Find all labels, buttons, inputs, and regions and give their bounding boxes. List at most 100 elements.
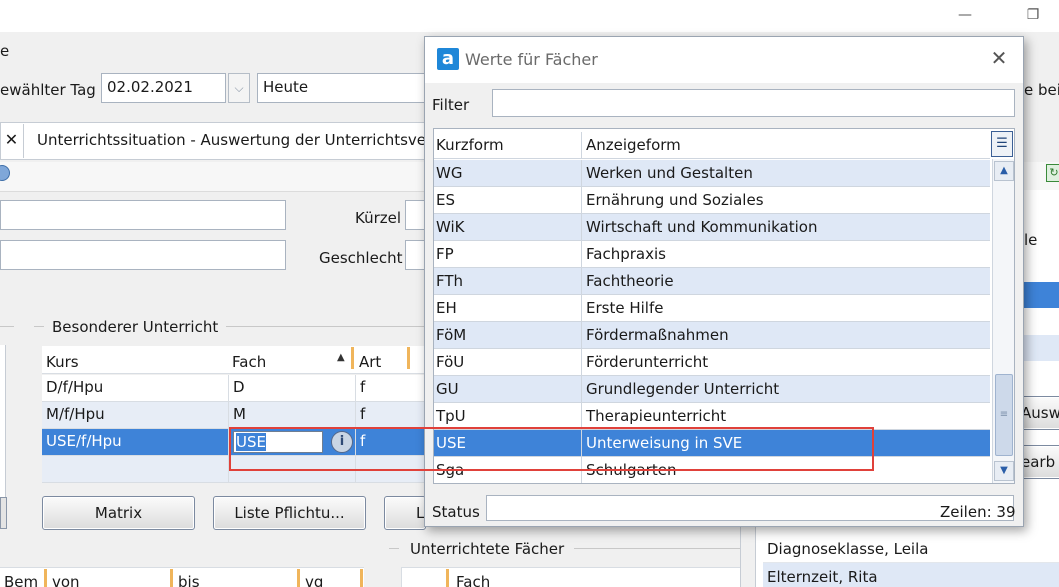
row1-kurs[interactable]: D/f/Hpu [42, 375, 229, 402]
list-row[interactable]: GU Grundlegender Unterricht [434, 376, 990, 403]
row-kurz: ES [434, 187, 582, 213]
minimize-icon[interactable]: — [956, 6, 974, 24]
geschlecht-label: Geschlecht [319, 249, 403, 267]
row-anzeige: Erste Hilfe [586, 299, 664, 317]
column-resize-marker [360, 569, 363, 587]
row-anzeige: Therapieunterricht [586, 407, 727, 425]
selected-day-label: ewählter Tag [0, 81, 96, 99]
group-line-left [0, 326, 14, 327]
list-row[interactable]: WG Werken und Gestalten [434, 160, 990, 187]
row-kurz: WiK [434, 214, 582, 240]
kuerzel-field[interactable] [405, 200, 425, 230]
list-row[interactable]: FöU Förderunterricht [434, 349, 990, 376]
column-resize-marker [170, 569, 173, 587]
relative-day-select[interactable]: Heute [257, 73, 427, 103]
column-resize-marker [407, 347, 410, 369]
group-line [389, 548, 399, 549]
col-vg[interactable]: vg [305, 573, 323, 587]
right-label-le: le [1024, 231, 1038, 249]
scroll-thumb[interactable]: ≡ [995, 374, 1013, 456]
vertical-scrollbar[interactable]: ▲ ≡ ▼ [992, 159, 1014, 483]
list-row[interactable]: WiK Wirtschaft und Kommunikation [434, 214, 990, 241]
row-anzeige: Werken und Gestalten [586, 164, 753, 182]
list-row[interactable]: EH Erste Hilfe [434, 295, 990, 322]
matrix-button[interactable]: Matrix [42, 496, 195, 530]
app-logo-icon: a [437, 48, 459, 70]
right-list-alt[interactable] [1024, 335, 1059, 361]
row4-kurs[interactable] [42, 456, 229, 483]
export-icon[interactable]: ↻ [1046, 164, 1059, 182]
row-anzeige: Förderunterricht [586, 353, 709, 371]
close-icon[interactable]: ✕ [987, 46, 1011, 70]
col-bem[interactable]: Bem [4, 573, 38, 587]
row-anzeige: Ernährung und Soziales [586, 191, 764, 209]
close-icon[interactable]: ✕ [0, 124, 24, 158]
col-kurzform[interactable]: Kurzform [434, 132, 582, 158]
partial-button[interactable]: L [384, 496, 426, 530]
chevron-down-icon[interactable]: ⌵ [228, 73, 250, 103]
geschlecht-field[interactable] [405, 240, 425, 270]
col-art[interactable]: Art [359, 353, 381, 371]
column-resize-marker [351, 347, 354, 369]
row1-art[interactable]: f [356, 375, 426, 402]
window-titlebar [0, 0, 1059, 32]
row-anzeige: Wirtschaft und Kommunikation [586, 218, 818, 236]
right-list-selected[interactable] [1024, 282, 1059, 308]
col-fach[interactable]: Fach [232, 353, 266, 371]
tab-title: Unterrichtssituation - Auswertung der Un… [37, 131, 427, 149]
scroll-up-icon[interactable]: ▲ [994, 161, 1014, 181]
row-kurz: EH [434, 295, 582, 321]
list-row[interactable]: FTh Fachtheorie [434, 268, 990, 295]
row2-art[interactable]: f [356, 402, 426, 429]
auswahl-button[interactable]: Auswä [1018, 396, 1059, 430]
col-kurs[interactable]: Kurs [46, 353, 79, 371]
left-button-edge[interactable] [0, 497, 7, 529]
row3-kurs[interactable]: USE/f/Hpu [42, 429, 229, 456]
menu-item-partial[interactable]: e [0, 42, 9, 60]
filter-input[interactable] [492, 89, 1015, 117]
list-item[interactable]: Elternzeit, Rita [763, 563, 1059, 587]
col-fach-taught[interactable]: Fach [456, 573, 490, 587]
scroll-down-icon[interactable]: ▼ [994, 461, 1014, 481]
col-von[interactable]: von [52, 573, 80, 587]
list-row[interactable]: FP Fachpraxis [434, 241, 990, 268]
row-kurz: FöU [434, 349, 582, 375]
row-kurz: GU [434, 376, 582, 402]
row1-fach[interactable]: D [229, 375, 356, 402]
list-item[interactable]: Diagnoseklasse, Leila [763, 535, 1059, 563]
list-item-label: Elternzeit, Rita [767, 568, 878, 586]
row-anzeige: Fachtheorie [586, 272, 674, 290]
column-resize-marker [297, 569, 300, 587]
column-chooser-icon[interactable]: ☰ [991, 131, 1013, 157]
list-row[interactable]: ES Ernährung und Soziales [434, 187, 990, 214]
col-anzeigeform[interactable]: Anzeigeform [584, 132, 984, 158]
column-resize-marker [446, 569, 449, 587]
dialog-title: Werte für Fächer [465, 50, 598, 69]
selected-day-input[interactable]: 02.02.2021 [101, 73, 226, 103]
group-line [574, 548, 740, 549]
list-row[interactable]: TpU Therapieunterricht [434, 403, 990, 430]
col-bis[interactable]: bis [178, 573, 200, 587]
name-field[interactable] [0, 200, 286, 230]
group-line [226, 326, 426, 327]
bearbeiten-button[interactable]: earb [1018, 445, 1059, 479]
list-item-label: Diagnoseklasse, Leila [767, 540, 929, 558]
group-special-title: Besonderer Unterricht [52, 318, 219, 336]
right-cut-label: e bei [1024, 81, 1059, 99]
status-field [486, 495, 1014, 521]
restore-icon[interactable]: ❐ [1024, 6, 1042, 24]
firstname-field[interactable] [0, 240, 286, 270]
list-header: Kurzform Anzeigeform [434, 129, 990, 159]
row-anzeige: Grundlegender Unterricht [586, 380, 780, 398]
row-anzeige: Fachpraxis [586, 245, 666, 263]
column-resize-marker [44, 569, 47, 587]
status-label: Status [432, 503, 480, 521]
row-kurz: FöM [434, 322, 582, 348]
row2-fach[interactable]: M [229, 402, 356, 429]
list-row[interactable]: FöM Fördermaßnahmen [434, 322, 990, 349]
row-kurz: WG [434, 160, 582, 186]
row-kurz: FP [434, 241, 582, 267]
group-line [34, 326, 44, 327]
liste-pflicht-button[interactable]: Liste Pflichtu... [213, 496, 366, 530]
row2-kurs[interactable]: M/f/Hpu [42, 402, 229, 429]
